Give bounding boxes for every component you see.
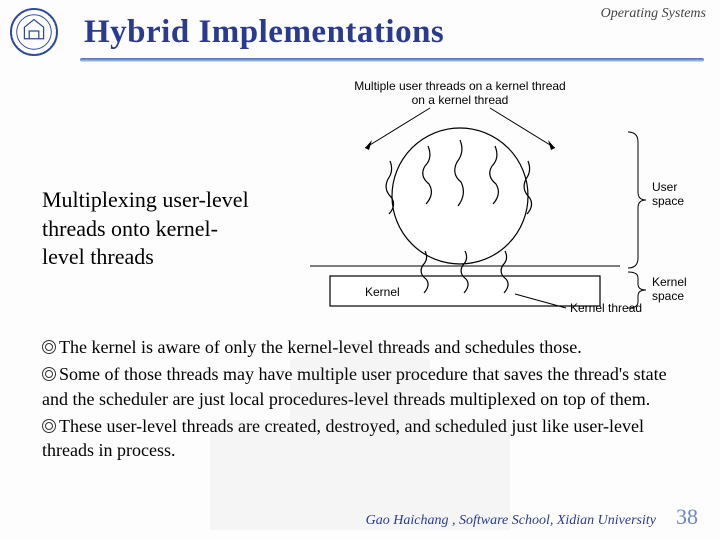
bullet-icon bbox=[42, 340, 56, 354]
user-space-label: User bbox=[652, 180, 677, 194]
footer-author: Gao Haichang , Software School, Xidian U… bbox=[366, 513, 656, 529]
svg-text:space: space bbox=[652, 194, 684, 208]
slide-title: Hybrid Implementations bbox=[84, 14, 444, 51]
bullet-icon bbox=[42, 367, 56, 381]
point-1: The kernel is aware of only the kernel-l… bbox=[42, 335, 682, 359]
point-3: These user-level threads are created, de… bbox=[42, 414, 682, 463]
kernel-box-label: Kernel bbox=[365, 285, 400, 299]
point-2: Some of those threads may have multiple … bbox=[42, 362, 682, 411]
kernel-space-label: Kernel bbox=[652, 275, 687, 289]
bullet-points: The kernel is aware of only the kernel-l… bbox=[0, 321, 720, 462]
svg-text:space: space bbox=[652, 289, 684, 303]
diagram-caption: Multiplexing user-level threads onto ker… bbox=[42, 76, 252, 272]
university-logo-icon bbox=[10, 8, 58, 56]
course-tag: Operating Systems bbox=[601, 6, 706, 22]
slide-header: Hybrid Implementations Operating Systems bbox=[0, 0, 720, 56]
svg-text:on a kernel thread: on a kernel thread bbox=[412, 93, 509, 107]
svg-text:Multiple user threads on a ker: Multiple user threads on a kernel thread bbox=[354, 79, 565, 93]
slide-footer: Gao Haichang , Software School, Xidian U… bbox=[366, 504, 698, 530]
bullet-icon bbox=[42, 419, 56, 433]
page-number: 38 bbox=[676, 504, 698, 530]
thread-diagram: Multiple user threads on a kernel thread… bbox=[270, 76, 690, 321]
